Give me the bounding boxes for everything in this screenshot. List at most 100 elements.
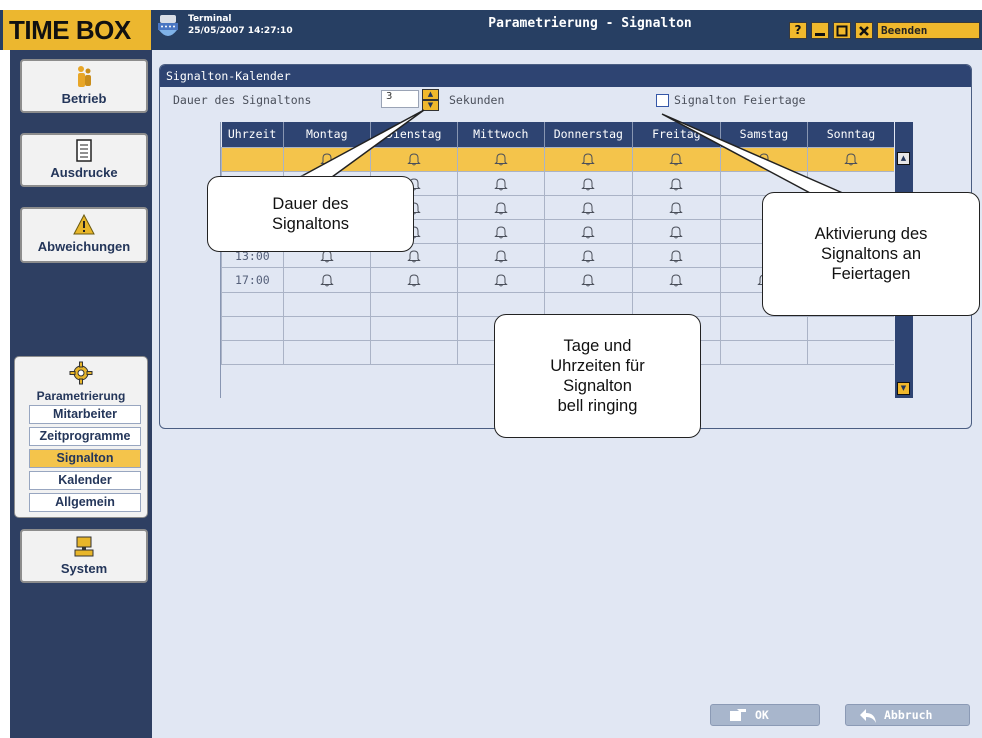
dauer-stepper[interactable]: ▲ ▼ — [422, 89, 439, 111]
day-cell[interactable] — [282, 146, 371, 172]
sub-item-allgemein[interactable]: Allgemein — [29, 493, 141, 512]
day-cell[interactable] — [369, 267, 458, 293]
time-cell[interactable] — [221, 291, 284, 317]
time-cell[interactable] — [221, 315, 284, 342]
day-cell[interactable] — [282, 267, 371, 293]
day-cell[interactable] — [631, 194, 721, 221]
computer-icon — [74, 536, 94, 557]
sub-item-mitarbeiter[interactable]: Mitarbeiter — [29, 405, 141, 424]
day-cell[interactable] — [369, 315, 458, 342]
day-cell[interactable] — [543, 243, 633, 269]
ok-button[interactable]: OK — [710, 704, 820, 726]
bell-icon — [669, 153, 684, 166]
day-cell[interactable] — [543, 267, 633, 293]
day-cell[interactable] — [806, 315, 894, 342]
day-cell[interactable] — [543, 219, 633, 245]
day-cell[interactable] — [282, 291, 371, 317]
scroll-down-icon[interactable]: ▼ — [897, 382, 910, 395]
bell-icon — [581, 226, 596, 239]
day-cell[interactable] — [631, 170, 721, 196]
callout-dauer: Dauer des Signaltons — [207, 176, 414, 252]
bell-icon — [581, 178, 596, 191]
sub-item-kalender[interactable]: Kalender — [29, 471, 141, 490]
day-cell[interactable] — [543, 146, 633, 172]
day-cell[interactable] — [456, 291, 545, 317]
maximize-button[interactable] — [833, 22, 851, 39]
feiertage-label: Signalton Feiertage — [674, 93, 806, 107]
day-cell[interactable] — [806, 339, 894, 366]
feiertage-checkbox[interactable] — [656, 94, 669, 107]
day-cell[interactable] — [282, 315, 371, 342]
day-cell[interactable] — [631, 267, 721, 293]
nav-ausdrucke-button[interactable]: Ausdrucke — [20, 133, 148, 187]
dauer-input[interactable]: 3 — [381, 90, 419, 108]
abbruch-button[interactable]: Abbruch — [845, 704, 970, 726]
terminal-info: Terminal 25/05/2007 14:27:10 — [188, 14, 293, 36]
day-cell[interactable] — [631, 291, 721, 317]
table-row[interactable] — [221, 146, 894, 172]
day-cell[interactable] — [719, 146, 808, 172]
time-cell[interactable]: 17:00 — [221, 267, 284, 293]
bell-icon — [494, 153, 508, 166]
sekunden-label: Sekunden — [449, 93, 505, 107]
day-cell[interactable] — [806, 146, 894, 172]
day-cell[interactable] — [369, 291, 458, 317]
day-cell[interactable] — [543, 194, 633, 221]
day-cell[interactable] — [631, 146, 721, 172]
day-cell[interactable] — [456, 146, 545, 172]
scroll-up-icon[interactable]: ▲ — [897, 152, 910, 165]
column-header-mittwoch: Mittwoch — [457, 122, 545, 147]
nav-abweichungen-label: Abweichungen — [37, 239, 131, 254]
column-header-uhrzeit: Uhrzeit — [221, 122, 284, 147]
ok-label: OK — [755, 708, 769, 722]
title-bar: TIME BOX Terminal 25/05/2007 14:27:10 Pa… — [0, 10, 982, 50]
bell-icon — [844, 153, 858, 166]
day-cell[interactable] — [456, 170, 545, 196]
day-cell[interactable] — [456, 267, 545, 293]
day-cell[interactable] — [631, 243, 721, 269]
help-button[interactable]: ? — [789, 22, 807, 39]
nav-parametrierung-button[interactable]: Parametrierung — [15, 357, 147, 403]
beenden-button[interactable]: Beenden — [877, 22, 980, 39]
bell-icon — [581, 274, 596, 287]
close-button[interactable] — [855, 22, 873, 39]
column-header-montag: Montag — [283, 122, 371, 147]
document-icon — [76, 139, 92, 162]
day-cell[interactable] — [456, 219, 545, 245]
day-cell[interactable] — [456, 194, 545, 221]
warning-icon — [73, 213, 95, 235]
day-cell[interactable] — [456, 243, 545, 269]
step-up-icon[interactable]: ▲ — [422, 89, 439, 100]
day-cell[interactable] — [719, 315, 808, 342]
bell-icon — [407, 250, 421, 263]
help-icon: ? — [794, 23, 802, 37]
day-cell[interactable] — [282, 339, 371, 366]
day-cell[interactable] — [631, 219, 721, 245]
column-header-donnerstag: Donnerstag — [544, 122, 633, 147]
column-header-dienstag: Dienstag — [370, 122, 458, 147]
nav-abweichungen-button[interactable]: Abweichungen — [20, 207, 148, 263]
day-cell[interactable] — [543, 291, 633, 317]
day-cell[interactable] — [369, 146, 458, 172]
time-cell[interactable] — [221, 146, 284, 172]
bell-icon — [669, 178, 684, 191]
time-cell[interactable] — [221, 339, 284, 366]
app-logo: TIME BOX — [3, 10, 151, 50]
callout-dauer-text: Dauer des Signaltons — [271, 195, 350, 233]
sub-item-zeitprogramme[interactable]: Zeitprogramme — [29, 427, 141, 446]
nav-system-button[interactable]: System — [20, 529, 148, 583]
day-cell[interactable] — [543, 170, 633, 196]
day-cell[interactable] — [369, 339, 458, 366]
bell-icon — [581, 202, 596, 215]
minimize-icon — [815, 33, 825, 36]
step-down-icon[interactable]: ▼ — [422, 100, 439, 111]
close-icon — [859, 26, 869, 36]
undo-icon — [860, 709, 876, 723]
minimize-button[interactable] — [811, 22, 829, 39]
maximize-icon — [836, 25, 848, 37]
bell-icon — [494, 274, 508, 287]
nav-betrieb-button[interactable]: Betrieb — [20, 59, 148, 113]
day-cell[interactable] — [719, 339, 808, 366]
sub-item-signalton[interactable]: Signalton — [29, 449, 141, 468]
panel-title: Signalton-Kalender — [160, 65, 971, 87]
